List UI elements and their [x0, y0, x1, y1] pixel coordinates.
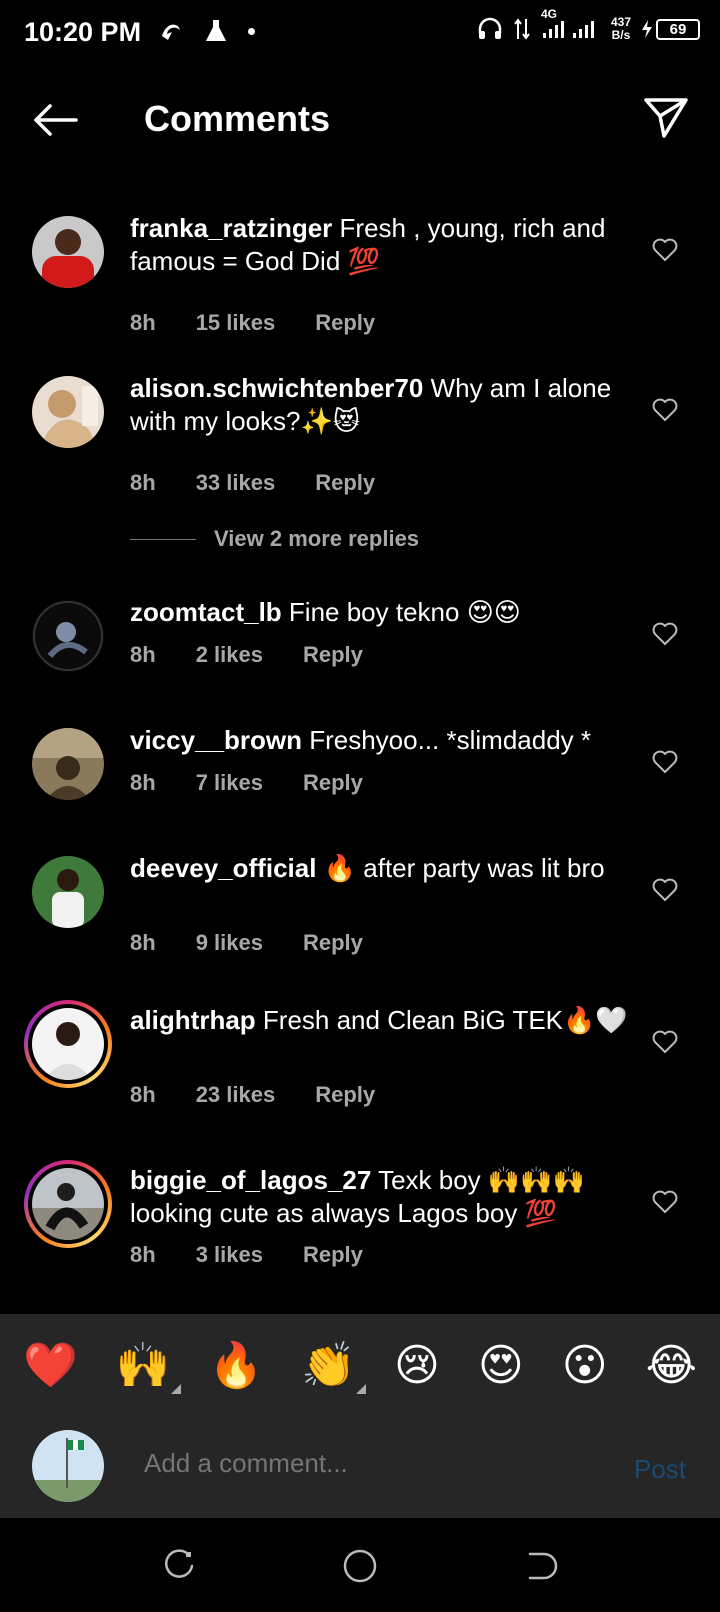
headphones-icon [478, 17, 502, 39]
comment-username[interactable]: alightrhap [130, 1005, 256, 1035]
skin-tone-indicator [170, 1384, 181, 1394]
comment-input[interactable] [144, 1448, 479, 1479]
comment-username[interactable]: zoomtact_lb [130, 597, 282, 627]
like-heart-icon[interactable] [652, 1190, 678, 1214]
reply-button[interactable]: Reply [315, 1082, 375, 1108]
comment-likes[interactable]: 3 likes [196, 1242, 263, 1268]
avatar[interactable] [32, 600, 104, 672]
status-right-icons: 4G 437 B/s 69 [477, 7, 700, 42]
charging-icon [642, 20, 652, 38]
comment-time: 8h [130, 642, 156, 667]
reply-button[interactable]: Reply [315, 470, 375, 496]
app-notification-icon [162, 24, 180, 40]
like-heart-icon[interactable] [652, 398, 678, 422]
comment-time: 8h [130, 470, 156, 495]
battery-level: 69 [656, 18, 700, 40]
status-bar: 10:20 PM 4G 437 B/s 69 [0, 0, 720, 64]
avatar-story-ring[interactable] [24, 1000, 112, 1088]
status-time: 10:20 PM [24, 17, 142, 47]
data-rate: 437 B/s [610, 15, 631, 42]
comment-likes[interactable]: 2 likes [196, 642, 263, 668]
reply-button[interactable]: Reply [303, 1242, 363, 1268]
back-arrow-icon[interactable] [30, 100, 80, 140]
comment-username[interactable]: viccy__brown [130, 725, 302, 755]
emoji-crying[interactable]: 😢 [394, 1344, 440, 1388]
skin-tone-indicator [356, 1384, 367, 1394]
reply-button[interactable]: Reply [303, 770, 363, 796]
comment-likes[interactable]: 15 likes [196, 310, 276, 336]
emoji-clapping[interactable]: 👏 [301, 1344, 367, 1394]
own-avatar [32, 1430, 104, 1502]
comment-time: 8h [130, 770, 156, 795]
reply-button[interactable]: Reply [303, 642, 363, 668]
send-icon[interactable] [642, 96, 690, 140]
emoji-raised-hands[interactable]: 🙌 [116, 1344, 181, 1394]
comment-username[interactable]: alison.schwichtenber70 [130, 373, 423, 403]
recent-apps-icon[interactable] [162, 1548, 198, 1584]
replies-divider [130, 538, 196, 540]
system-nav-bar [0, 1518, 720, 1612]
notification-dot [248, 27, 255, 35]
avatar[interactable] [32, 856, 104, 928]
like-heart-icon[interactable] [652, 622, 678, 646]
page-title: Comments [144, 98, 331, 139]
network-type: 4G [540, 6, 557, 21]
reply-button[interactable]: Reply [303, 930, 363, 956]
avatar[interactable] [32, 376, 104, 448]
emoji-laughing[interactable]: 😂 [646, 1344, 697, 1388]
avatar-story-ring[interactable] [24, 1160, 112, 1248]
status-left-icons [158, 18, 255, 44]
comment-likes[interactable]: 23 likes [196, 1082, 276, 1108]
flask-icon [206, 20, 226, 41]
comment-likes[interactable]: 9 likes [196, 930, 263, 956]
data-transfer-icon [514, 18, 530, 40]
comment-time: 8h [130, 930, 156, 955]
avatar[interactable] [32, 216, 104, 288]
comment-username[interactable]: deevey_official [130, 853, 316, 883]
battery-indicator: 69 [641, 18, 700, 40]
reply-button[interactable]: Reply [315, 310, 375, 336]
comment-composer: Post [0, 1418, 720, 1518]
avatar [32, 1008, 104, 1080]
comment-likes[interactable]: 33 likes [196, 470, 276, 496]
like-heart-icon[interactable] [652, 1030, 678, 1054]
view-more-replies[interactable]: View 2 more replies [130, 526, 419, 552]
comment-text: Fine boy tekno 😍😍 [288, 597, 521, 627]
comment-time: 8h [130, 1082, 156, 1107]
comment-time: 8h [130, 1242, 156, 1267]
emoji-surprised[interactable]: 😮 [562, 1344, 608, 1388]
emoji-heart-eyes[interactable]: 😍 [478, 1344, 524, 1388]
emoji-fire[interactable]: 🔥 [209, 1344, 264, 1388]
like-heart-icon[interactable] [652, 238, 678, 262]
back-nav-icon[interactable] [522, 1548, 558, 1584]
avatar[interactable] [32, 728, 104, 800]
header: Comments [0, 80, 720, 160]
avatar [32, 1168, 104, 1240]
comment-text: Freshyoo... *slimdaddy * [309, 725, 592, 755]
comment-text: 🔥 after party was lit bro [323, 853, 605, 883]
comment-time: 8h [130, 310, 156, 335]
post-button[interactable]: Post [634, 1454, 686, 1485]
like-heart-icon[interactable] [652, 878, 678, 902]
emoji-heart[interactable]: ❤️ [23, 1344, 78, 1388]
comment-likes[interactable]: 7 likes [196, 770, 263, 796]
home-icon[interactable] [342, 1548, 378, 1584]
comment-username[interactable]: biggie_of_lagos_27 [130, 1165, 371, 1195]
signal-4g: 4G [541, 7, 601, 42]
like-heart-icon[interactable] [652, 750, 678, 774]
comment-username[interactable]: franka_ratzinger [130, 213, 332, 243]
emoji-reaction-bar: ❤️ 🙌 🔥 👏 😢 😍 😮 😂 [0, 1314, 720, 1418]
comment-text: Fresh and Clean BiG TEK🔥🤍 [262, 1005, 628, 1035]
